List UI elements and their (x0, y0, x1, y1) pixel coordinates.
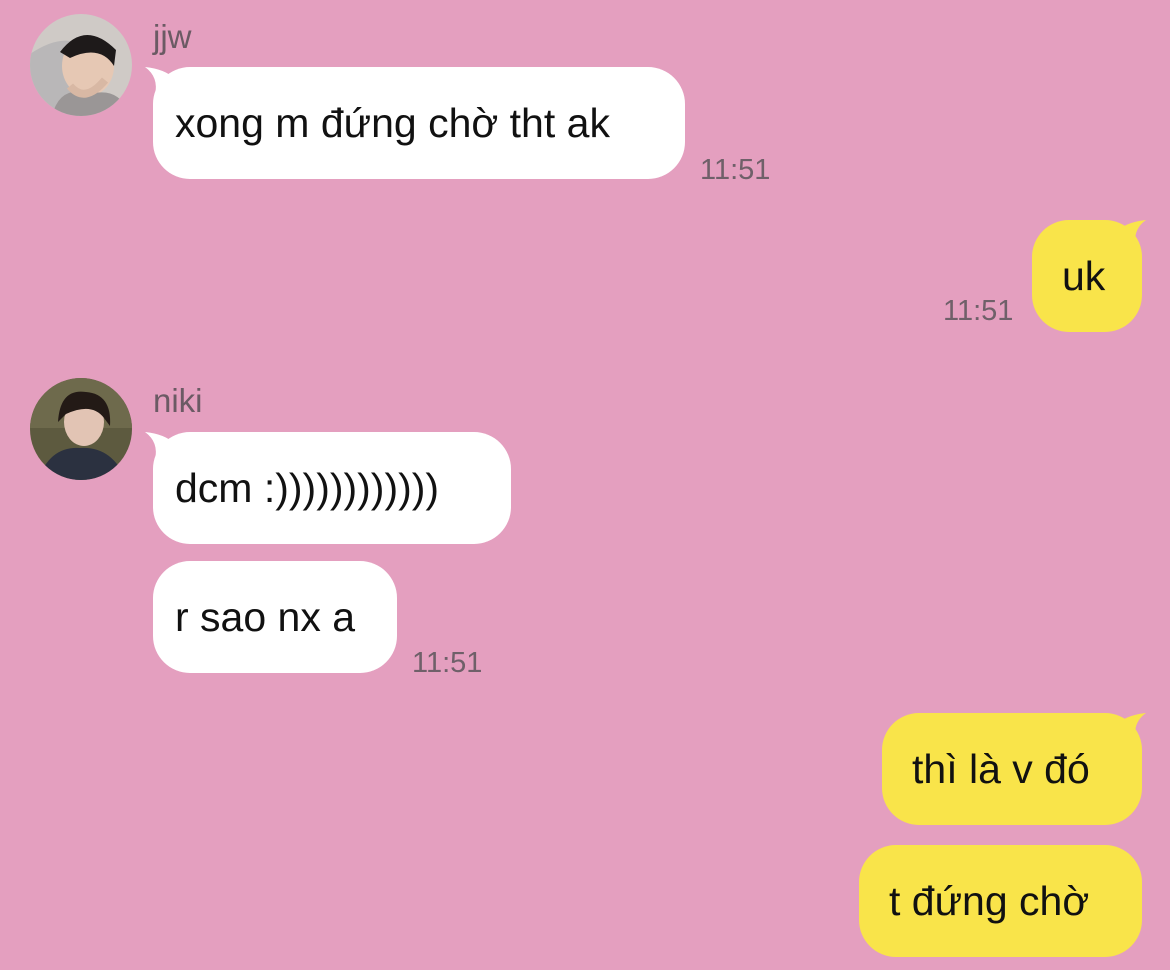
message-time: 11:51 (943, 295, 1014, 327)
sender-name: niki (153, 382, 203, 419)
bubble-tail (1116, 711, 1146, 741)
message-text: t đứng chờ (889, 878, 1090, 924)
message-bubble-outgoing[interactable]: uk (1032, 220, 1146, 332)
message-bubble-incoming[interactable]: xong m đứng chờ tht ak (145, 67, 685, 179)
bubble-tail (1116, 218, 1146, 248)
chat-area: jjw xong m đứng chờ tht ak 11:51 uk 11:5… (0, 0, 1170, 970)
message-bubble-outgoing[interactable]: thì là v đó (882, 713, 1146, 825)
message-bubble-outgoing[interactable]: t đứng chờ (859, 845, 1142, 957)
bubble-tail (145, 430, 175, 460)
sender-name: jjw (153, 18, 192, 55)
message-text: dcm :)))))))))))) (175, 465, 440, 511)
message-text: r sao nx a (175, 594, 356, 640)
message-text: thì là v đó (912, 746, 1090, 792)
message-text: uk (1062, 253, 1106, 299)
message-time: 11:51 (700, 154, 771, 186)
avatar-jjw[interactable] (30, 14, 132, 116)
bubble-tail (145, 65, 175, 95)
message-time: 11:51 (412, 647, 483, 679)
message-text: xong m đứng chờ tht ak (175, 100, 610, 146)
message-bubble-incoming[interactable]: dcm :)))))))))))) (145, 432, 511, 544)
avatar-niki[interactable] (30, 378, 132, 480)
message-bubble-incoming[interactable]: r sao nx a (153, 561, 397, 673)
